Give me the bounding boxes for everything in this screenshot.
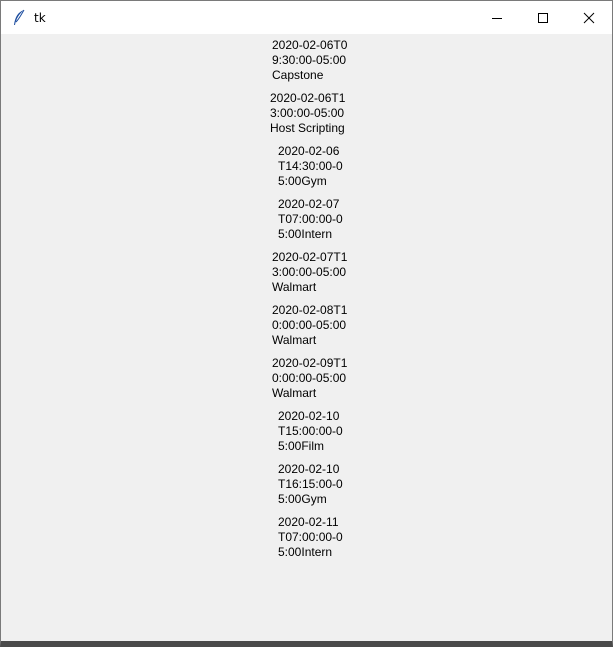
event-list: 2020-02-06T0 9:30:00-05:00 Capstone 2020…	[5, 34, 608, 641]
event-label: 2020-02-06T1 3:00:00-05:00 Host Scriptin…	[270, 91, 346, 135]
event-label: 2020-02-08T1 0:00:00-05:00 Walmart	[272, 303, 348, 347]
event-label: 2020-02-06T0 9:30:00-05:00 Capstone	[272, 38, 348, 82]
event-label: 2020-02-09T1 0:00:00-05:00 Walmart	[272, 356, 348, 400]
event-label: 2020-02-10 T15:00:00-0 5:00Film	[278, 409, 343, 453]
minimize-button[interactable]	[474, 1, 520, 34]
close-icon	[583, 12, 595, 24]
minimize-icon	[492, 18, 502, 19]
close-button[interactable]	[566, 1, 612, 34]
event-label: 2020-02-06 T14:30:00-0 5:00Gym	[278, 144, 343, 188]
tk-feather-icon	[12, 9, 26, 27]
maximize-icon	[538, 13, 548, 23]
title-bar[interactable]: tk	[1, 1, 612, 34]
maximize-button[interactable]	[520, 1, 566, 34]
window-title: tk	[34, 11, 46, 25]
event-label: 2020-02-07T1 3:00:00-05:00 Walmart	[272, 250, 348, 294]
event-label: 2020-02-07 T07:00:00-0 5:00Intern	[278, 197, 343, 241]
event-label: 2020-02-11 T07:00:00-0 5:00Intern	[278, 515, 343, 559]
event-label: 2020-02-10 T16:15:00-0 5:00Gym	[278, 462, 343, 506]
tk-window: tk 2020-02-06T0 9:30:00-05:00 Capstone 2…	[0, 0, 613, 647]
